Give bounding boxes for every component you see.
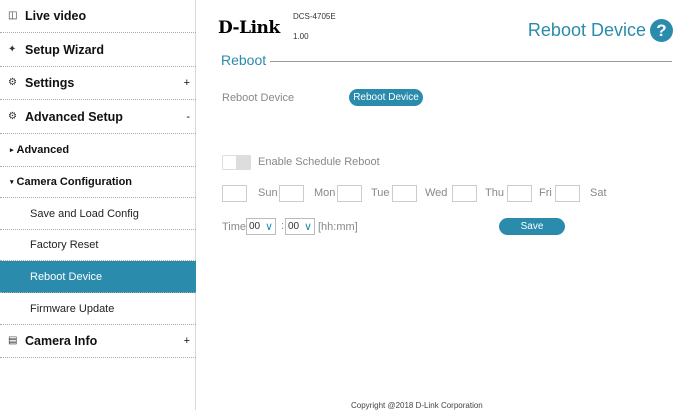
sidebar-item-reboot-device[interactable]: Reboot Device [0,261,196,293]
section-divider [262,61,672,62]
gears-icon: ⚙ [8,110,17,122]
sidebar-item-label: Factory Reset [30,239,99,251]
time-label: Time [222,221,247,233]
sidebar-item-save-load-config[interactable]: Save and Load Config [0,198,196,230]
expand-icon: + [183,335,190,347]
minute-select[interactable]: 00 ∨ [285,218,315,235]
day-checkbox-fri[interactable] [507,185,532,202]
sidebar-item-camera-configuration[interactable]: ▾ Camera Configuration [0,167,196,198]
sidebar-item-factory-reset[interactable]: Factory Reset [0,230,196,261]
sidebar-item-firmware-update[interactable]: Firmware Update [0,293,196,325]
collapse-icon: - [186,110,190,123]
sidebar-item-camera-info[interactable]: ▤ Camera Info + [0,325,196,358]
day-label-thu: Thu [485,187,504,199]
schedule-reboot-label: Enable Schedule Reboot [258,156,380,168]
help-button[interactable]: ? [650,19,673,42]
toggle-knob [223,156,236,169]
sidebar-item-advanced[interactable]: ▸ Advanced [0,134,196,167]
video-icon: ◫ [8,10,18,21]
copyright-text: Copyright @2018 D-Link Corporation [351,401,483,410]
sidebar-item-label: Camera Info [25,334,98,348]
day-checkbox-mon[interactable] [279,185,304,202]
day-label-mon: Mon [314,187,336,199]
time-format-hint: [hh:mm] [318,221,358,233]
sidebar-item-label: Save and Load Config [30,207,139,220]
day-checkbox-sat[interactable] [555,185,580,202]
sidebar-item-label: Advanced [16,144,70,156]
model-name: DCS-4705E [293,12,336,21]
arrow-down-icon: ▾ [10,179,14,186]
firmware-version: 1.00 [293,32,309,41]
expand-icon: + [183,77,190,89]
document-icon: ▤ [8,335,18,346]
question-icon: ? [656,20,667,40]
minute-value: 00 [288,221,300,232]
sidebar-item-label: Camera Configuration [16,176,133,188]
schedule-reboot-toggle[interactable] [222,155,251,170]
sidebar-item-live-video[interactable]: ◫ Live video [0,0,196,33]
day-label-sat: Sat [590,187,607,199]
day-checkbox-thu[interactable] [452,185,477,202]
page-title: Reboot Device [527,20,646,40]
hour-select[interactable]: 00 ∨ [246,218,276,235]
arrow-right-icon: ▸ [10,147,14,154]
day-checkbox-wed[interactable] [392,185,417,202]
reboot-device-button[interactable]: Reboot Device [349,89,423,106]
sidebar-item-settings[interactable]: ⚙ Settings + [0,67,196,100]
hour-value: 00 [249,221,261,232]
sidebar-item-label: Reboot Device [30,270,103,283]
day-checkbox-sun[interactable] [222,185,247,202]
reboot-label: Reboot Device [222,92,295,104]
sidebar-item-label: Advanced Setup [25,109,123,124]
sidebar-item-advanced-setup[interactable]: ⚙ Advanced Setup - [0,100,196,134]
day-label-wed: Wed [425,187,448,199]
save-button[interactable]: Save [499,218,565,235]
wand-icon: ✦ [8,43,17,55]
sidebar: ◫ Live video ✦ Setup Wizard ⚙ Settings +… [0,0,196,410]
sidebar-item-setup-wizard[interactable]: ✦ Setup Wizard [0,33,196,67]
sidebar-item-label: Settings [25,76,75,90]
day-label-fri: Fri [539,187,552,199]
day-label-sun: Sun [258,187,278,199]
gear-icon: ⚙ [8,77,17,88]
day-label-tue: Tue [371,187,390,199]
time-separator: : [281,220,285,232]
sidebar-item-label: Live video [25,9,87,23]
sidebar-item-label: Firmware Update [30,302,115,315]
brand-logo: D-Link [218,18,280,38]
day-checkbox-tue[interactable] [337,185,362,202]
chevron-down-icon: ∨ [264,221,273,233]
section-title: Reboot [221,52,271,68]
chevron-down-icon: ∨ [303,221,312,233]
sidebar-item-label: Setup Wizard [25,42,105,57]
